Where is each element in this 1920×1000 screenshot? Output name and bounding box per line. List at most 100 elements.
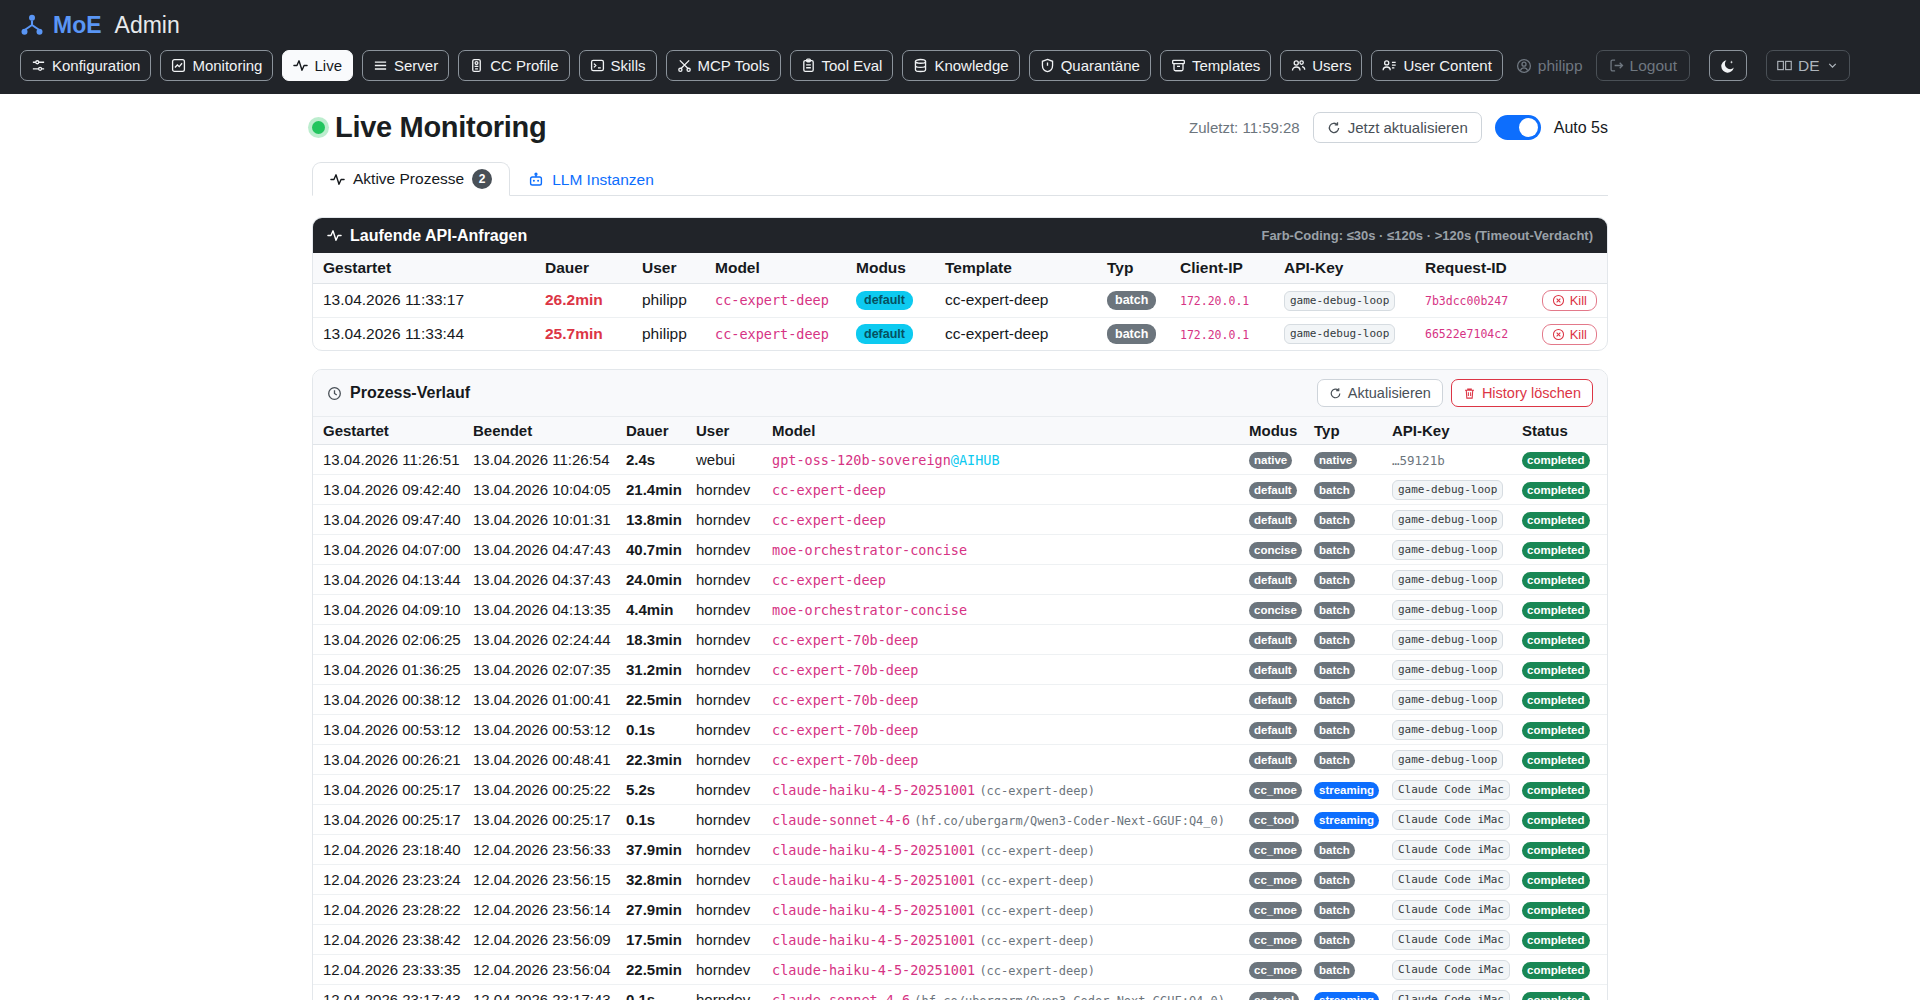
history-row: 13.04.2026 04:13:4413.04.2026 04:37:4324… (313, 565, 1607, 595)
app-header: MoE Admin KonfigurationMonitoringLiveSer… (0, 0, 1920, 94)
cell-started: 13.04.2026 00:38:12 (313, 685, 463, 715)
server-icon (373, 58, 388, 73)
cell-started: 13.04.2026 11:26:51 (313, 445, 463, 475)
cell-modus: concise (1239, 535, 1304, 565)
cell-duration: 17.5min (616, 925, 686, 955)
api-key-badge: game-debug-loop (1392, 540, 1503, 560)
cell-user: philipp (632, 317, 705, 350)
tab-aktive-prozesse[interactable]: Aktive Prozesse 2 (312, 162, 510, 196)
tab-llm-instanzen[interactable]: LLM Instanzen (510, 164, 672, 196)
language-select[interactable]: DE (1766, 50, 1850, 81)
history-row: 13.04.2026 11:26:5113.04.2026 11:26:542.… (313, 445, 1607, 475)
nav-cc-profile[interactable]: CC Profile (458, 50, 569, 81)
history-clear-button[interactable]: History löschen (1451, 379, 1593, 407)
col-modus: Modus (1239, 417, 1304, 445)
current-user-name: philipp (1538, 57, 1583, 75)
refresh-now-button[interactable]: Jetzt aktualisieren (1313, 112, 1482, 143)
shield-icon (1040, 58, 1055, 73)
cell-typ: streaming (1304, 985, 1382, 1000)
cell-duration: 0.1s (616, 715, 686, 745)
cell-typ: batch (1304, 595, 1382, 625)
modus-badge: default (1249, 662, 1297, 679)
cell-status: completed (1512, 445, 1607, 475)
nav-knowledge[interactable]: Knowledge (902, 50, 1019, 81)
modus-badge: cc_moe (1249, 842, 1302, 859)
cell-ended: 12.04.2026 23:56:04 (463, 955, 616, 985)
cell-typ: streaming (1304, 775, 1382, 805)
history-row: 13.04.2026 00:26:2113.04.2026 00:48:4122… (313, 745, 1607, 775)
tabs: Aktive Prozesse 2 LLM Instanzen (312, 162, 1608, 196)
history-refresh-button[interactable]: Aktualisieren (1317, 379, 1443, 407)
cell-user: horndev (686, 535, 762, 565)
nav-label: CC Profile (490, 57, 558, 74)
nav-label: Quarantäne (1061, 57, 1140, 74)
cell-modus: cc_tool (1239, 805, 1304, 835)
nav-live[interactable]: Live (282, 50, 353, 81)
col-status: Status (1512, 417, 1607, 445)
history-row: 12.04.2026 23:23:2412.04.2026 23:56:1532… (313, 865, 1607, 895)
modus-badge: default (856, 291, 913, 310)
cell-client-ip: 172.20.0.1 (1170, 317, 1274, 350)
nav-mcp-tools[interactable]: MCP Tools (666, 50, 781, 81)
pulse-icon (293, 58, 308, 73)
nav-server[interactable]: Server (362, 50, 449, 81)
api-key-badge: game-debug-loop (1392, 750, 1503, 770)
cell-typ: batch (1304, 865, 1382, 895)
typ-badge: batch (1314, 542, 1355, 559)
clipboard-icon (801, 58, 816, 73)
nav-users[interactable]: Users (1280, 50, 1362, 81)
cell-modus: cc_moe (1239, 895, 1304, 925)
dark-mode-toggle[interactable] (1709, 50, 1747, 81)
kill-button[interactable]: Kill (1542, 290, 1597, 311)
cell-template: cc-expert-deep (935, 317, 1097, 350)
modus-badge: cc_tool (1249, 992, 1299, 1000)
cell-typ: batch (1304, 475, 1382, 505)
last-update-label: Zuletzt: 11:59:28 (1189, 119, 1300, 136)
cell-ended: 13.04.2026 00:48:41 (463, 745, 616, 775)
col-gestartet: Gestartet (313, 253, 535, 284)
modus-badge: concise (1249, 542, 1302, 559)
cell-user: horndev (686, 685, 762, 715)
cell-api-key: Claude Code iMac (1382, 835, 1512, 865)
cell-ended: 13.04.2026 02:07:35 (463, 655, 616, 685)
cell-status: completed (1512, 685, 1607, 715)
cell-user: webui (686, 445, 762, 475)
cell-typ: batch (1304, 745, 1382, 775)
cell-modus: default (846, 284, 935, 318)
active-requests-panel: Laufende API-Anfragen Farb-Coding: ≤30s … (312, 217, 1608, 351)
typ-badge: batch (1314, 962, 1355, 979)
sliders-icon (31, 58, 46, 73)
col-client-ip: Client-IP (1170, 253, 1274, 284)
active-count-badge: 2 (472, 169, 492, 189)
nav-templates[interactable]: Templates (1160, 50, 1271, 81)
history-row: 12.04.2026 23:17:4312.04.2026 23:17:430.… (313, 985, 1607, 1000)
logout-button[interactable]: Logout (1596, 50, 1690, 81)
cell-typ: batch (1304, 955, 1382, 985)
person-circle-icon (1516, 58, 1532, 74)
typ-badge: batch (1314, 932, 1355, 949)
cell-model: claude-haiku-4-5-20251001 (cc-expert-dee… (762, 955, 1239, 985)
nav-konfiguration[interactable]: Konfiguration (20, 50, 151, 81)
nav-tool-eval[interactable]: Tool Eval (790, 50, 894, 81)
status-badge: completed (1522, 542, 1590, 559)
cell-status: completed (1512, 925, 1607, 955)
nav-label: Knowledge (934, 57, 1008, 74)
nav-skills[interactable]: Skills (579, 50, 657, 81)
cell-modus: default (846, 317, 935, 350)
cell-status: completed (1512, 535, 1607, 565)
refresh-icon (1329, 387, 1342, 400)
cell-model: cc-expert-70b-deep (762, 625, 1239, 655)
nav-monitoring[interactable]: Monitoring (160, 50, 273, 81)
nav-user-content[interactable]: User Content (1371, 50, 1502, 81)
cell-api-key: game-debug-loop (1382, 475, 1512, 505)
api-key-badge: game-debug-loop (1392, 510, 1503, 530)
nav-quarant-ne[interactable]: Quarantäne (1029, 50, 1151, 81)
cell-ended: 13.04.2026 04:13:35 (463, 595, 616, 625)
cell-started: 12.04.2026 23:17:43 (313, 985, 463, 1000)
kill-button[interactable]: Kill (1542, 324, 1597, 345)
auto-refresh-toggle[interactable] (1495, 115, 1541, 140)
cell-duration: 5.2s (616, 775, 686, 805)
cell-modus: default (1239, 505, 1304, 535)
cell-api-key: Claude Code iMac (1382, 865, 1512, 895)
status-badge: completed (1522, 692, 1590, 709)
